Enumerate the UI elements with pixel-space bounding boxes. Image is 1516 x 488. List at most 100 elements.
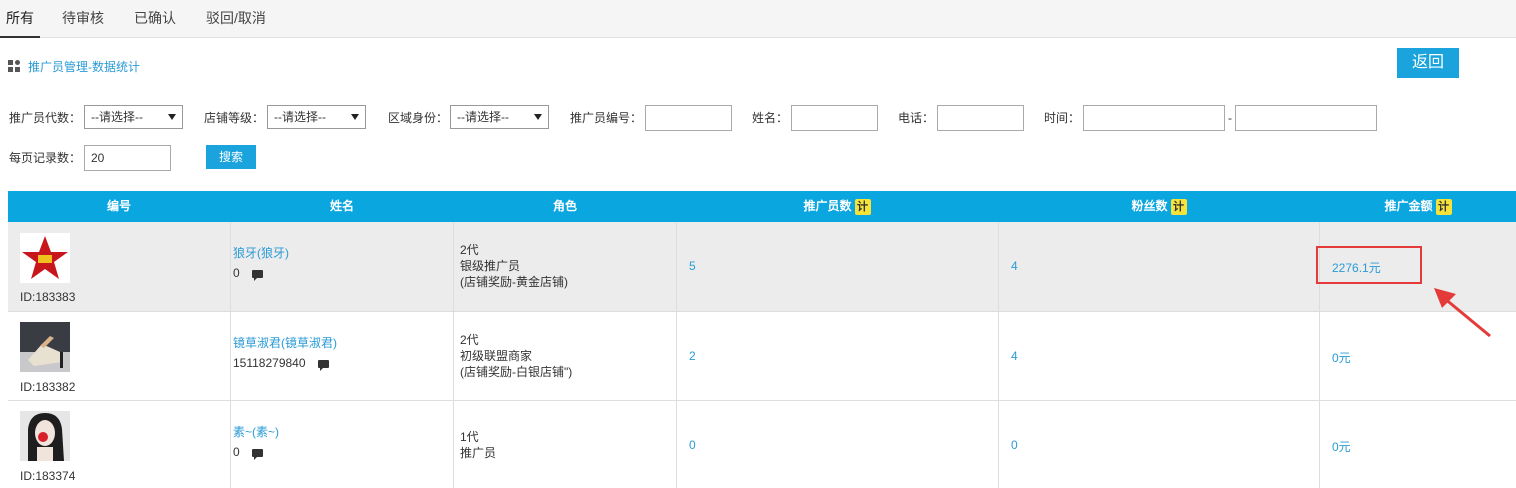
red-star-avatar-icon[interactable] bbox=[20, 233, 70, 283]
chevron-down-icon bbox=[351, 114, 359, 120]
store-level-select[interactable]: --请选择-- bbox=[267, 105, 366, 129]
id-cell: ID:183382 bbox=[8, 312, 231, 400]
phone-input[interactable] bbox=[937, 105, 1024, 131]
calculator-icon[interactable]: 计 bbox=[854, 198, 871, 215]
col-header-id: 编号 bbox=[106, 199, 131, 213]
table-row: ID:183374 素~(素~) 0 1代 推广员 0 0 0元 bbox=[8, 401, 1516, 488]
portrait-avatar-icon[interactable] bbox=[20, 411, 70, 461]
fans-cell: 4 bbox=[999, 312, 1320, 400]
role-reward: (店铺奖励-白银店铺") bbox=[460, 365, 573, 379]
store-level-label: 店铺等级： bbox=[204, 111, 265, 125]
role-reward: (店铺奖励-黄金店铺) bbox=[460, 275, 568, 289]
promoters-cell: 2 bbox=[677, 312, 999, 400]
calculator-icon[interactable]: 计 bbox=[1170, 198, 1187, 215]
role-generation: 2代 bbox=[460, 243, 479, 257]
id-cell: ID:183383 bbox=[8, 222, 231, 311]
col-header-promoters[interactable]: 推广员数计 bbox=[676, 191, 998, 222]
col-header-amount-label: 推广金额 bbox=[1384, 199, 1433, 213]
role-cell: 1代 推广员 bbox=[454, 401, 677, 488]
tab-rejected[interactable]: 驳回/取消 bbox=[200, 0, 272, 36]
role-text: 2代 初级联盟商家 (店铺奖励-白银店铺") bbox=[460, 332, 572, 380]
region-select-value: --请选择-- bbox=[457, 110, 509, 124]
name-input[interactable] bbox=[791, 105, 878, 131]
promoter-name-link[interactable]: 素~(素~) bbox=[233, 423, 279, 440]
chat-icon[interactable] bbox=[251, 269, 263, 281]
fans-count-link[interactable]: 0 bbox=[1011, 438, 1018, 452]
col-header-fans[interactable]: 粉丝数计 bbox=[998, 191, 1320, 222]
name-cell: 素~(素~) 0 bbox=[231, 401, 454, 488]
promoters-cell: 0 bbox=[677, 401, 999, 488]
promoter-code-label: 推广员编号： bbox=[570, 111, 643, 125]
per-page-label: 每页记录数： bbox=[9, 151, 82, 165]
generation-select-value: --请选择-- bbox=[91, 110, 143, 124]
chevron-down-icon bbox=[534, 114, 542, 120]
chevron-down-icon bbox=[168, 114, 176, 120]
per-page-input[interactable] bbox=[84, 145, 171, 171]
fans-count-link[interactable]: 4 bbox=[1011, 349, 1018, 363]
promoter-count-link[interactable]: 0 bbox=[689, 438, 696, 452]
highlight-box bbox=[1316, 246, 1422, 284]
time-dash: - bbox=[1228, 111, 1232, 125]
store-level-select-value: --请选择-- bbox=[274, 110, 326, 124]
table-row: ID:183382 镜草淑君(镜草淑君) 15118279840 2代 初级联盟… bbox=[8, 312, 1516, 401]
promoter-id: ID:183374 bbox=[20, 469, 76, 483]
role-generation: 1代 bbox=[460, 430, 479, 444]
role-text: 1代 推广员 bbox=[460, 429, 496, 461]
grid-icon bbox=[8, 59, 21, 73]
promoter-sub-line: 15118279840 bbox=[233, 356, 329, 371]
search-button[interactable]: 搜索 bbox=[206, 145, 256, 169]
chat-icon[interactable] bbox=[317, 359, 329, 371]
role-cell: 2代 银级推广员 (店铺奖励-黄金店铺) bbox=[454, 222, 677, 311]
promoter-sub-line: 0 bbox=[233, 266, 263, 281]
arrow-annotation-icon bbox=[1434, 288, 1491, 338]
chat-icon[interactable] bbox=[251, 448, 263, 460]
tab-pending[interactable]: 待审核 bbox=[56, 0, 110, 36]
promoter-phone: 0 bbox=[233, 445, 240, 459]
high-heel-avatar-icon[interactable] bbox=[20, 322, 70, 372]
col-header-promoters-label: 推广员数 bbox=[803, 199, 852, 213]
end-time-input[interactable] bbox=[1235, 105, 1377, 131]
start-time-input[interactable] bbox=[1083, 105, 1225, 131]
col-header-amount[interactable]: 推广金额计 bbox=[1320, 191, 1516, 222]
promoter-id: ID:183382 bbox=[20, 380, 76, 394]
tab-all[interactable]: 所有 bbox=[0, 0, 40, 38]
promoter-code-input[interactable] bbox=[645, 105, 732, 131]
promoter-phone: 0 bbox=[233, 266, 240, 280]
id-cell: ID:183374 bbox=[8, 401, 231, 488]
promoter-name-link[interactable]: 狼牙(狼牙) bbox=[233, 244, 289, 261]
promotion-amount-link[interactable]: 0元 bbox=[1332, 349, 1351, 366]
name-label: 姓名： bbox=[752, 111, 789, 125]
role-generation: 2代 bbox=[460, 333, 479, 347]
fans-count-link[interactable]: 4 bbox=[1011, 259, 1018, 273]
promoter-count-link[interactable]: 5 bbox=[689, 259, 696, 273]
promoters-cell: 5 bbox=[677, 222, 999, 311]
breadcrumb-text[interactable]: 推广员管理-数据统计 bbox=[28, 58, 140, 75]
promoter-phone: 15118279840 bbox=[233, 356, 306, 370]
generation-label: 推广员代数： bbox=[9, 111, 82, 125]
name-cell: 镜草淑君(镜草淑君) 15118279840 bbox=[231, 312, 454, 400]
role-title: 初级联盟商家 bbox=[460, 349, 533, 363]
promoter-count-link[interactable]: 2 bbox=[689, 349, 696, 363]
fans-cell: 4 bbox=[999, 222, 1320, 311]
status-tabs: 所有 待审核 已确认 驳回/取消 bbox=[0, 0, 1516, 38]
name-cell: 狼牙(狼牙) 0 bbox=[231, 222, 454, 311]
promotion-amount-link[interactable]: 0元 bbox=[1332, 438, 1351, 455]
amount-cell: 0元 bbox=[1320, 401, 1516, 488]
back-button[interactable]: 返回 bbox=[1397, 48, 1459, 78]
generation-select[interactable]: --请选择-- bbox=[84, 105, 183, 129]
breadcrumb: 推广员管理-数据统计 bbox=[8, 58, 140, 74]
col-header-name: 姓名 bbox=[329, 199, 354, 213]
promoter-id: ID:183383 bbox=[20, 290, 76, 304]
role-text: 2代 银级推广员 (店铺奖励-黄金店铺) bbox=[460, 242, 568, 290]
role-title: 银级推广员 bbox=[460, 259, 521, 273]
tab-confirmed[interactable]: 已确认 bbox=[128, 0, 182, 36]
role-cell: 2代 初级联盟商家 (店铺奖励-白银店铺") bbox=[454, 312, 677, 400]
main-content: 推广员管理-数据统计 返回 推广员代数： --请选择-- 店铺等级： --请选择… bbox=[0, 38, 1516, 488]
col-header-role: 角色 bbox=[552, 199, 577, 213]
col-header-fans-label: 粉丝数 bbox=[1131, 199, 1168, 213]
calculator-icon[interactable]: 计 bbox=[1435, 198, 1452, 215]
promoter-name-link[interactable]: 镜草淑君(镜草淑君) bbox=[233, 334, 337, 351]
phone-label: 电话： bbox=[898, 111, 935, 125]
region-select[interactable]: --请选择-- bbox=[450, 105, 549, 129]
time-label: 时间： bbox=[1044, 111, 1081, 125]
